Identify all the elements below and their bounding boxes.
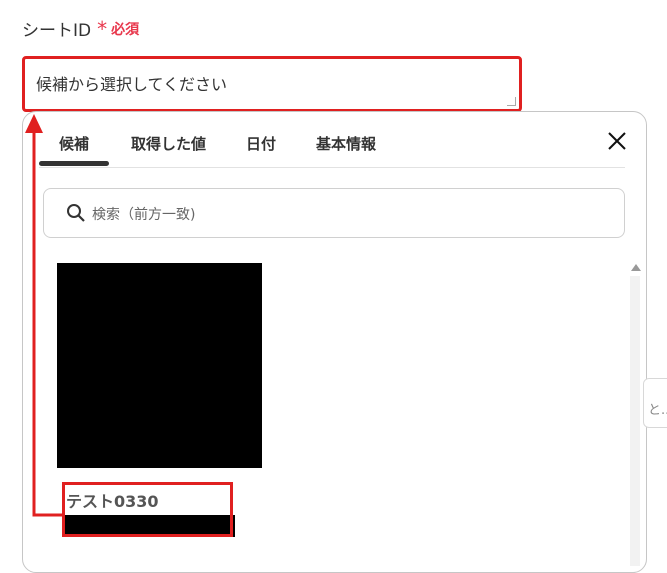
side-peek-text: と... xyxy=(648,403,667,418)
close-icon[interactable] xyxy=(606,130,628,152)
annotation-highlight-box xyxy=(62,482,233,537)
tab-retrieved-values[interactable]: 取得した値 xyxy=(131,133,206,154)
sheet-id-select[interactable]: 候補から選択してください xyxy=(22,56,522,112)
tab-bar: 候補 取得した値 日付 基本情報 xyxy=(39,112,625,168)
required-badge: 必須 xyxy=(111,21,140,38)
select-placeholder: 候補から選択してください xyxy=(36,75,228,94)
redacted-thumbnail[interactable] xyxy=(57,263,262,468)
required-star: * xyxy=(97,16,108,41)
field-label-text: シートID xyxy=(22,21,92,41)
side-peek-panel: と... xyxy=(643,378,667,428)
search-input[interactable]: 検索（前方一致) xyxy=(43,188,625,238)
search-icon xyxy=(66,203,86,227)
search-placeholder: 検索（前方一致) xyxy=(92,207,196,223)
scrollbar[interactable] xyxy=(628,262,642,566)
resize-grip[interactable] xyxy=(507,97,516,106)
scroll-track[interactable] xyxy=(630,276,640,566)
tab-candidates[interactable]: 候補 xyxy=(59,133,89,154)
field-label: シートID * 必須 xyxy=(22,16,140,42)
tab-basic-info[interactable]: 基本情報 xyxy=(316,133,376,154)
tab-date[interactable]: 日付 xyxy=(246,133,276,154)
active-tab-indicator xyxy=(39,161,109,166)
scroll-up-arrow-icon[interactable] xyxy=(631,264,641,271)
